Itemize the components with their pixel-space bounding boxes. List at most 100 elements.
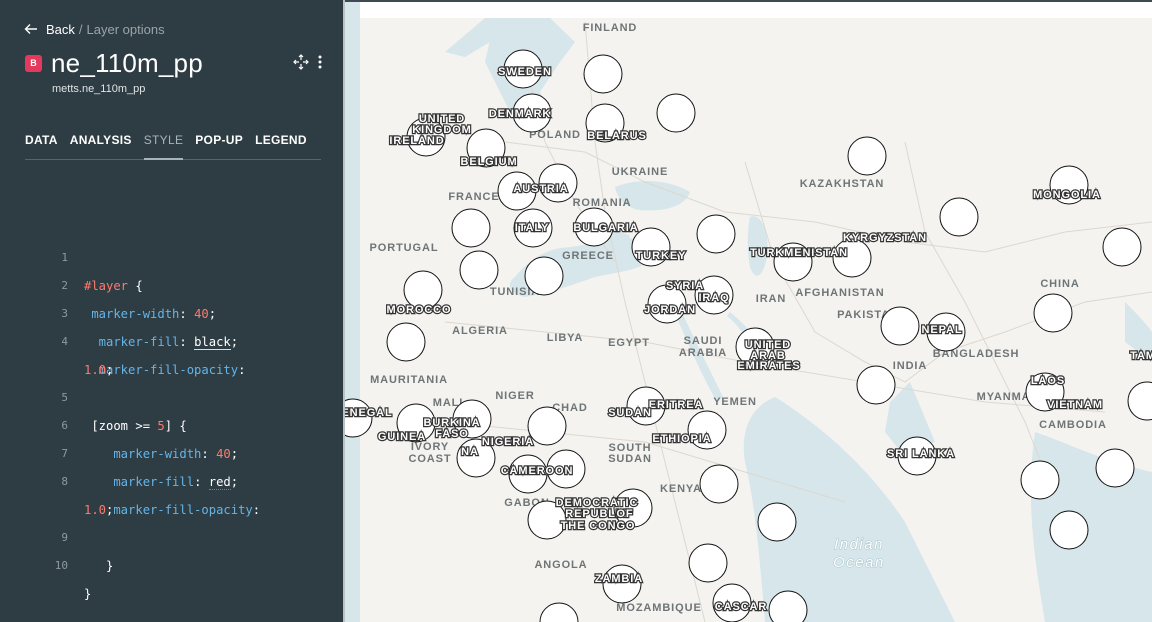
label-ghana: NA xyxy=(461,446,479,458)
label-indian-ocean-1: Indian xyxy=(834,536,884,553)
map-marker[interactable] xyxy=(1095,448,1135,488)
label-turkmenistan: TURKMENISTAN xyxy=(750,247,848,259)
tab-legend[interactable]: LEGEND xyxy=(255,131,307,160)
map-marker[interactable] xyxy=(1127,381,1152,421)
label-kyrgyzstan: KYRGYZSTAN xyxy=(843,232,927,244)
map-marker[interactable] xyxy=(688,543,728,583)
label-burkina-2: FASO xyxy=(435,428,469,440)
label-indian-ocean-2: Ocean xyxy=(833,554,885,571)
label-laos: LAOS xyxy=(1031,375,1065,387)
label-iran: IRAN xyxy=(756,293,787,305)
label-mozambique: MOZAMBIQUE xyxy=(616,602,701,614)
move-arrows-icon[interactable] xyxy=(293,54,309,70)
label-zambia: ZAMBIA xyxy=(595,573,643,585)
code-line: 10 } xyxy=(0,524,343,601)
label-ivory-2: COAST xyxy=(409,453,452,465)
map-marker[interactable] xyxy=(1020,460,1060,500)
line-number: 10 xyxy=(54,559,68,572)
layer-badge: B xyxy=(25,54,42,72)
label-morocco: MOROCCO xyxy=(387,304,452,316)
label-senegal: ENEGAL xyxy=(345,407,393,419)
code-line: 1 #layer { xyxy=(0,216,343,293)
label-belarus: BELARUS xyxy=(587,130,646,142)
code-line: 4 marker-fill-opacity: xyxy=(0,300,343,377)
label-nepal: NEPAL xyxy=(922,324,963,336)
map-marker[interactable] xyxy=(656,93,696,133)
label-tam: TAM xyxy=(1130,350,1152,362)
map-marker[interactable] xyxy=(1033,293,1073,333)
tab-data[interactable]: DATA xyxy=(25,131,58,160)
south-china-sea xyxy=(1030,432,1152,622)
atlantic-water-edge xyxy=(345,2,360,622)
label-sudan: SUDAN xyxy=(608,407,652,419)
label-vietnam: VIETNAM xyxy=(1047,399,1103,411)
label-mauritania: MAURITANIA xyxy=(370,374,448,386)
map-marker[interactable] xyxy=(459,250,499,290)
cartocss-editor[interactable]: 1 #layer { 2 marker-width: 40; 3 marker-… xyxy=(0,216,343,601)
map-marker[interactable] xyxy=(1102,227,1142,267)
code-line: 6 marker-width: 40; xyxy=(0,384,343,461)
label-saudi-2: ARABIA xyxy=(679,347,727,359)
map-marker[interactable] xyxy=(386,322,426,362)
map-view[interactable]: FINLAND POLAND UKRAINE FRANCE ROMANIA KA… xyxy=(345,0,1152,622)
map-marker[interactable] xyxy=(939,197,979,237)
map-marker[interactable] xyxy=(880,306,920,346)
label-ireland: IRELAND xyxy=(389,135,444,147)
tab-analysis[interactable]: ANALYSIS xyxy=(70,131,132,160)
map-marker[interactable] xyxy=(856,365,896,405)
label-denmark: DENMARK xyxy=(489,108,552,120)
label-ukraine: UKRAINE xyxy=(612,166,668,178)
arrow-left-icon[interactable] xyxy=(24,23,38,35)
map-marker[interactable] xyxy=(757,502,797,542)
label-egypt: EGYPT xyxy=(608,337,650,349)
breadcrumb-separator: / xyxy=(78,21,83,37)
back-link[interactable]: Back xyxy=(46,22,75,37)
label-drc-3: OF xyxy=(616,508,633,520)
layer-title[interactable]: ne_110m_pp xyxy=(51,48,203,79)
label-mongolia: MONGOLIA xyxy=(1033,189,1101,201)
label-greece: GREECE xyxy=(562,250,614,262)
map-canvas[interactable]: FINLAND POLAND UKRAINE FRANCE ROMANIA KA… xyxy=(345,2,1152,622)
map-top-margin xyxy=(360,2,1152,18)
label-cameroon: CAMEROON xyxy=(501,465,574,477)
map-marker[interactable] xyxy=(583,54,623,94)
layer-options-panel: Back / Layer options B ne_110m_pp metts.… xyxy=(0,0,345,622)
label-saudi-1: SAUDI xyxy=(684,335,723,347)
more-vertical-icon[interactable] xyxy=(317,54,323,70)
layer-tabs: DATA ANALYSIS STYLE POP-UP LEGEND xyxy=(25,131,321,160)
tab-style[interactable]: STYLE xyxy=(143,131,184,160)
breadcrumb-current: Layer options xyxy=(86,21,165,37)
tab-pop-up[interactable]: POP-UP xyxy=(195,131,243,160)
map-marker[interactable] xyxy=(1049,510,1089,550)
map-marker[interactable] xyxy=(524,256,564,296)
label-yemen: YEMEN xyxy=(713,396,757,408)
label-libya: LIBYA xyxy=(547,332,584,344)
code-line-wrapped: 1.0; xyxy=(0,328,343,377)
label-iraq: IRAQ xyxy=(698,292,729,304)
label-kenya: KENYA xyxy=(660,483,702,495)
label-ethiopia: ETHIOPIA xyxy=(652,433,711,445)
code-line: 2 marker-width: 40; xyxy=(0,244,343,321)
label-france: FRANCE xyxy=(448,191,499,203)
breadcrumb: Back / Layer options xyxy=(24,20,165,38)
layer-actions xyxy=(293,54,323,70)
map-marker[interactable] xyxy=(451,208,491,248)
map-marker[interactable] xyxy=(696,214,736,254)
map-marker[interactable] xyxy=(847,136,887,176)
code-line: 7 marker-fill: red; xyxy=(0,412,343,490)
layer-source-name: metts.ne_110m_pp xyxy=(52,83,146,95)
label-angola: ANGOLA xyxy=(534,559,587,571)
label-italy: ITALY xyxy=(515,222,549,234)
code-text: } xyxy=(84,587,92,601)
map-marker[interactable] xyxy=(539,602,579,622)
label-south-sudan-2: SUDAN xyxy=(608,453,652,465)
caspian-sea xyxy=(747,216,768,276)
label-bulgaria: BULGARIA xyxy=(573,222,638,234)
label-sri-lanka: SRI LANKA xyxy=(887,448,955,460)
label-algeria: ALGERIA xyxy=(452,325,508,337)
label-guinea: GUINEA xyxy=(378,431,426,443)
map-marker[interactable] xyxy=(699,464,739,504)
code-line: 8 marker-fill-opacity: xyxy=(0,440,343,517)
label-romania: ROMANIA xyxy=(573,197,632,209)
label-turkey: TURKEY xyxy=(636,250,687,262)
